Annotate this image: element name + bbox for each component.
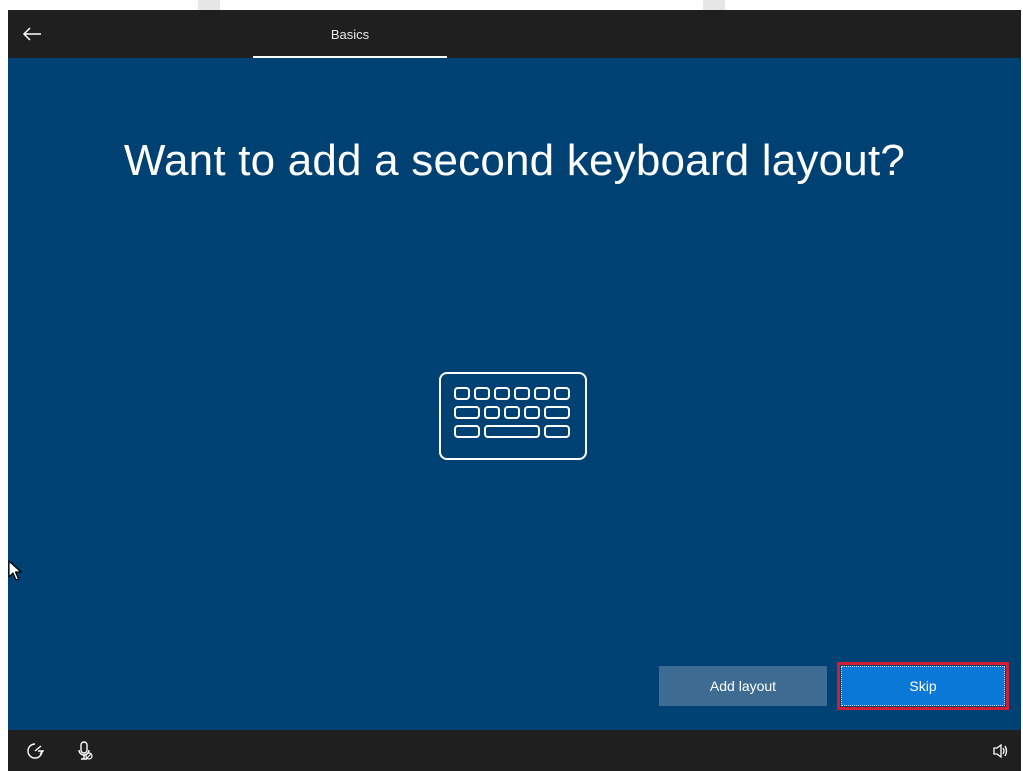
add-layout-button[interactable]: Add layout: [659, 666, 827, 706]
keyboard-icon: [439, 372, 587, 460]
back-button[interactable]: [14, 18, 50, 50]
microphone-button[interactable]: [74, 740, 96, 762]
screen: Basics Want to add a second keyboard lay…: [0, 0, 1023, 771]
volume-icon: [993, 743, 1008, 759]
microphone-off-icon: [78, 741, 93, 760]
ease-of-access-button[interactable]: [24, 740, 46, 762]
main-content: Want to add a second keyboard layout? Ad…: [8, 58, 1021, 730]
tab-basics-label: Basics: [330, 26, 370, 42]
page-title: Want to add a second keyboard layout?: [123, 136, 906, 185]
arrow-left-icon: [22, 27, 41, 41]
background-strip: [703, 0, 725, 10]
mouse-cursor-icon: [8, 560, 22, 581]
background-strip: [198, 0, 220, 10]
tab-basics[interactable]: Basics: [253, 10, 447, 58]
bottom-bar: [8, 730, 1021, 771]
volume-button[interactable]: [990, 740, 1012, 762]
skip-label: Skip: [909, 678, 937, 694]
skip-button[interactable]: Skip: [841, 666, 1005, 706]
top-bar: Basics: [8, 10, 1021, 58]
oobe-window: Basics Want to add a second keyboard lay…: [8, 10, 1021, 771]
add-layout-label: Add layout: [709, 678, 777, 694]
ease-of-access-icon: [27, 743, 44, 759]
